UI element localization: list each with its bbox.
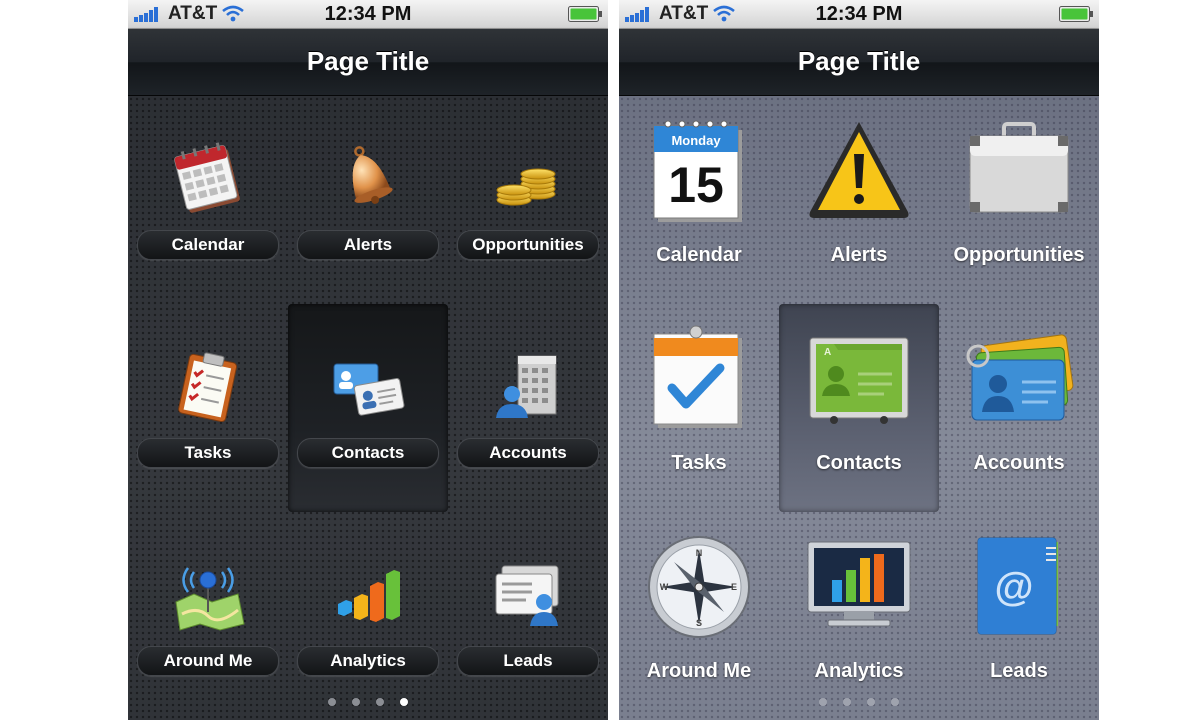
phone-dark-theme: AT&T 12:34 PM Page Title Calendar Alerts… (128, 0, 608, 720)
grid-item-label: Contacts (297, 438, 439, 468)
compass-west: W (660, 582, 669, 592)
clipboard-icon (178, 352, 238, 423)
leads-at-symbol: @ (994, 565, 1033, 609)
coins-icon (496, 168, 556, 206)
status-time: 12:34 PM (815, 3, 903, 25)
grid-item-accounts[interactable]: Accounts (448, 304, 608, 512)
grid-item-accounts[interactable]: Accounts (939, 304, 1099, 512)
grid-item-around-me[interactable]: N S E W Around Me (619, 512, 779, 720)
page-dot[interactable] (352, 698, 360, 706)
battery-icon (1059, 6, 1093, 22)
map-pin-icon (175, 567, 245, 631)
page-indicator[interactable] (619, 698, 1099, 706)
compass-icon: N S E W (648, 536, 750, 638)
grid-item-calendar[interactable]: Monday 15 Calendar (619, 96, 779, 304)
grid-item-contacts[interactable]: A Contacts (779, 304, 939, 512)
grid-item-label: Opportunities (953, 244, 1085, 266)
grid-item-leads[interactable]: @ Leads (939, 512, 1099, 720)
nav-bar: Page Title (619, 29, 1099, 96)
grid-item-label: Alerts (830, 244, 888, 266)
grid-item-label: Tasks (137, 438, 279, 468)
grid-item-around-me[interactable]: Around Me (128, 512, 288, 720)
grid-item-label: Accounts (973, 452, 1065, 474)
grid-item-analytics[interactable]: Analytics (779, 512, 939, 720)
status-bar: AT&T 12:34 PM (128, 0, 608, 29)
calendar-icon: Monday 15 (653, 120, 742, 222)
page-title: Page Title (797, 46, 921, 76)
page-dot[interactable] (867, 698, 875, 706)
grid-item-alerts[interactable]: Alerts (779, 96, 939, 304)
grid-item-analytics[interactable]: Analytics (288, 512, 448, 720)
grid-item-label: Alerts (297, 230, 439, 260)
bar-chart-icon (338, 570, 400, 622)
status-bar: AT&T 12:34 PM (619, 0, 1099, 29)
page-dot[interactable] (328, 698, 336, 706)
grid-item-label: Accounts (457, 438, 599, 468)
lead-card-icon (495, 565, 559, 626)
contacts-tab-letter: A (824, 347, 831, 358)
grid-item-label: Leads (990, 660, 1048, 682)
phone-light-theme: AT&T 12:34 PM Page Title Monday 15 Calen… (619, 0, 1099, 720)
calendar-icon (174, 142, 240, 213)
grid-item-tasks[interactable]: Tasks (619, 304, 779, 512)
grid-item-label: Calendar (137, 230, 279, 260)
grid-item-label: Leads (457, 646, 599, 676)
grid-item-alerts[interactable]: Alerts (288, 96, 448, 304)
grid-item-tasks[interactable]: Tasks (128, 304, 288, 512)
monitor-chart-icon (807, 541, 911, 627)
grid-item-label: Contacts (816, 452, 902, 474)
checklist-icon (653, 325, 742, 428)
grid-item-label: Analytics (814, 660, 904, 682)
grid-item-label: Opportunities (457, 230, 599, 260)
compass-north: N (696, 548, 703, 558)
grid-item-label: Analytics (297, 646, 439, 676)
calendar-weekday: Monday (671, 133, 721, 148)
calendar-day: 15 (668, 157, 724, 213)
address-book-icon: A (809, 337, 909, 424)
grid-item-label: Around Me (137, 646, 279, 676)
launcher-grid: Monday 15 Calendar Alerts Opportunities (619, 96, 1099, 720)
grid-item-contacts[interactable]: Contacts (288, 304, 448, 512)
page-dot-active[interactable] (400, 698, 408, 706)
page-dot[interactable] (376, 698, 384, 706)
battery-icon (568, 6, 602, 22)
email-folder-icon: @ (977, 537, 1058, 635)
nav-bar: Page Title (128, 29, 608, 96)
page-dot[interactable] (819, 698, 827, 706)
status-time: 12:34 PM (324, 3, 412, 25)
launcher-grid: Calendar Alerts Opportunities Tasks Cont… (128, 96, 608, 720)
page-dot[interactable] (843, 698, 851, 706)
grid-item-label: Calendar (656, 244, 742, 266)
page-title: Page Title (306, 46, 430, 76)
compass-east: E (731, 582, 737, 592)
bell-icon (352, 146, 393, 204)
page-indicator[interactable] (128, 698, 608, 706)
page-dot-active[interactable] (891, 698, 899, 706)
grid-item-opportunities[interactable]: Opportunities (939, 96, 1099, 304)
warning-icon (809, 122, 909, 218)
grid-item-label: Around Me (646, 660, 752, 682)
briefcase-icon (969, 122, 1069, 213)
building-user-icon (496, 355, 557, 418)
grid-item-label: Tasks (671, 452, 727, 474)
contact-cards-icon (333, 363, 405, 416)
compass-south: S (696, 618, 702, 628)
grid-item-leads[interactable]: Leads (448, 512, 608, 720)
card-ring-icon (966, 334, 1074, 421)
grid-item-opportunities[interactable]: Opportunities (448, 96, 608, 304)
grid-item-calendar[interactable]: Calendar (128, 96, 288, 304)
